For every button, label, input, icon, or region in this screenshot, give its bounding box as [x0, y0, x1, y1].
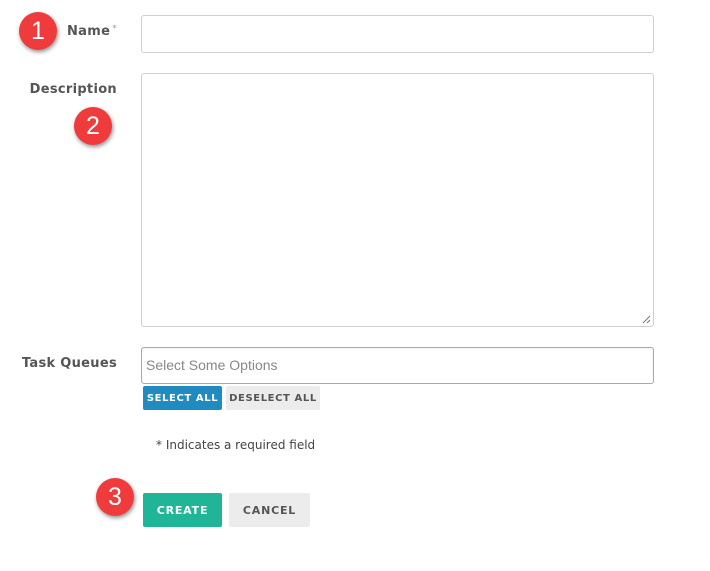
select-all-button[interactable]: SELECT ALL: [143, 386, 222, 410]
task-queues-select[interactable]: Select Some Options: [141, 347, 654, 384]
description-label: Description: [29, 82, 117, 97]
create-button[interactable]: CREATE: [143, 493, 222, 527]
task-queues-label: Task Queues: [21, 356, 117, 371]
required-field-note: * Indicates a required field: [156, 438, 316, 452]
required-mark: *: [112, 24, 117, 34]
resize-grip-icon[interactable]: [642, 315, 651, 324]
name-input[interactable]: [141, 15, 654, 53]
callout-badge-3: 3: [96, 478, 134, 516]
callout-badge-2: 2: [74, 107, 112, 145]
name-label: Name *: [67, 24, 117, 39]
name-label-text: Name: [66, 24, 111, 39]
cancel-button[interactable]: CANCEL: [229, 493, 310, 527]
task-queues-placeholder: Select Some Options: [146, 357, 278, 373]
callout-badge-1: 1: [19, 12, 57, 50]
deselect-all-button[interactable]: DESELECT ALL: [226, 386, 320, 410]
description-textarea[interactable]: [141, 73, 654, 327]
